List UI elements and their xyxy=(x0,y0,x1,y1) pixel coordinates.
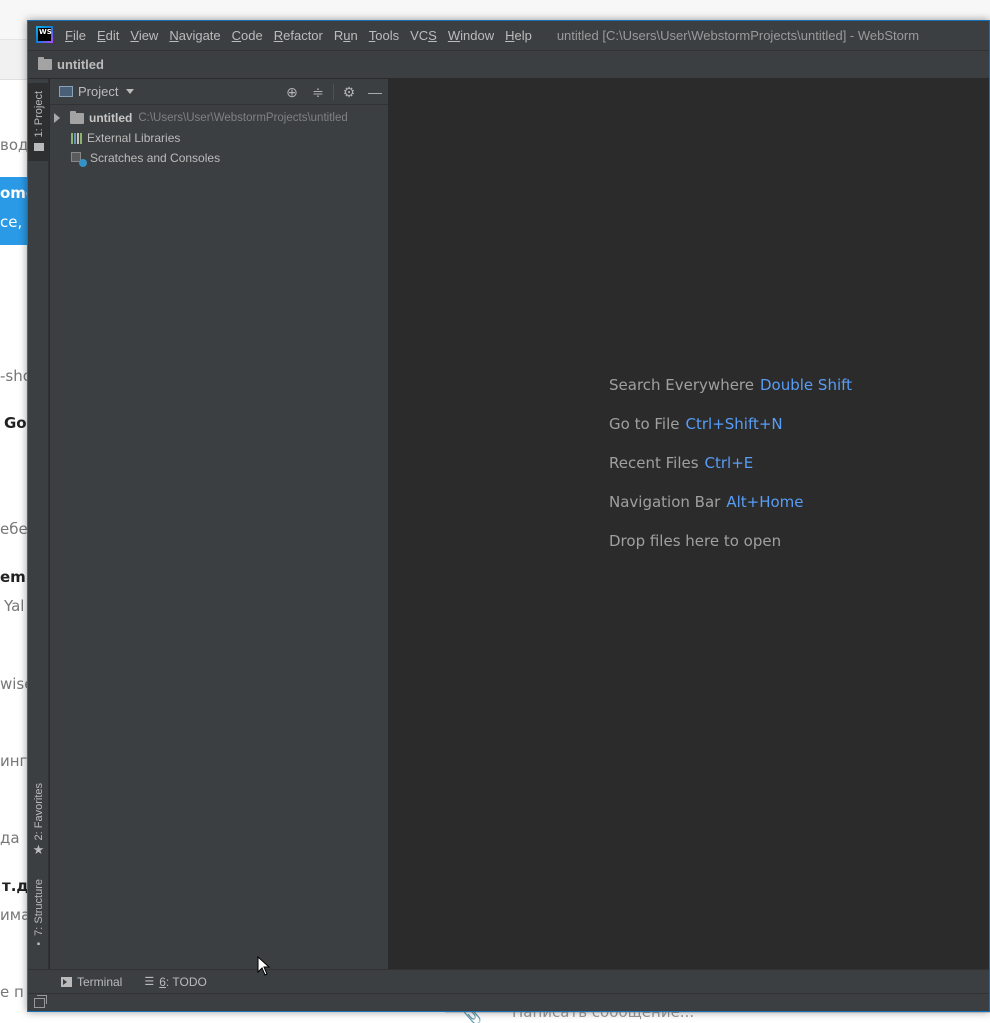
window-title: untitled [C:\Users\User\WebstormProjects… xyxy=(556,28,920,43)
tree-root-path: C:\Users\User\WebstormProjects\untitled xyxy=(138,112,348,124)
tab-favorites-label: 2: Favorites xyxy=(32,783,45,841)
project-tool-window: Project ⊕ ≑ ⚙ — untitled C:\Users\User\W… xyxy=(50,79,389,969)
menu-navigate[interactable]: Navigate xyxy=(169,28,220,43)
project-tree: untitled C:\Users\User\WebstormProjects\… xyxy=(50,105,388,168)
project-panel-header: Project ⊕ ≑ ⚙ — xyxy=(50,79,388,105)
structure-icon: ▪ xyxy=(36,938,41,950)
background-highlight: ome се, я xyxy=(0,177,36,245)
background-text: ебе xyxy=(0,520,28,538)
menu-help[interactable]: Help xyxy=(505,28,532,43)
hint-label: Go to File xyxy=(609,415,680,433)
tab-terminal-label: Terminal xyxy=(77,974,123,989)
status-bar xyxy=(28,993,989,1011)
locate-target-icon[interactable]: ⊕ xyxy=(279,79,305,105)
webstorm-logo-icon[interactable]: WS xyxy=(36,26,53,43)
menu-edit[interactable]: Edit xyxy=(97,28,119,43)
tree-item-external-libraries[interactable]: External Libraries xyxy=(50,128,388,148)
divider xyxy=(333,84,334,100)
hint-recent-files: Recent Files Ctrl+E xyxy=(609,454,852,493)
background-text: Go xyxy=(4,414,27,432)
title-bar: WS File Edit View Navigate Code Refactor Run To… xyxy=(28,21,989,51)
hint-drop-files: Drop files here to open xyxy=(609,532,852,571)
logo-text: WS xyxy=(38,28,52,41)
hint-label: Navigation Bar xyxy=(609,493,721,511)
breadcrumb-project[interactable]: untitled xyxy=(57,57,104,72)
folder-icon xyxy=(70,110,84,124)
hint-label: Search Everywhere xyxy=(609,376,754,394)
gear-icon[interactable]: ⚙ xyxy=(336,79,362,105)
tree-item-scratches[interactable]: Scratches and Consoles xyxy=(50,148,388,168)
background-text: е п xyxy=(0,983,24,1001)
hint-label: Drop files here to open xyxy=(609,532,782,550)
menu-view[interactable]: View xyxy=(130,28,158,43)
star-icon: ★ xyxy=(32,842,45,858)
chevron-down-icon[interactable] xyxy=(126,89,135,94)
expand-arrow-icon[interactable] xyxy=(54,113,60,123)
hint-navigation-bar: Navigation Bar Alt+Home xyxy=(609,493,852,532)
tab-todo-mnemonic: 6 xyxy=(159,974,166,989)
library-icon xyxy=(71,132,82,144)
hint-label: Recent Files xyxy=(609,454,699,472)
background-text: инг xyxy=(0,752,28,770)
collapse-all-icon[interactable]: ≑ xyxy=(305,79,331,105)
hint-shortcut: Ctrl+Shift+N xyxy=(685,415,783,433)
background-text: em xyxy=(0,568,26,586)
background-text: има xyxy=(0,906,31,924)
menu-tools[interactable]: Tools xyxy=(369,28,399,43)
left-tool-stripe: 1: Project 2: Favorites ★ 7: Structure ▪ xyxy=(28,79,49,969)
tab-terminal[interactable]: Terminal xyxy=(61,975,122,989)
hint-search-everywhere: Search Everywhere Double Shift xyxy=(609,376,852,415)
bottom-tool-stripe: Terminal ☰ 6: TODO xyxy=(28,969,989,993)
empty-editor-hints: Search Everywhere Double Shift Go to File… xyxy=(609,376,852,571)
terminal-icon xyxy=(61,976,72,987)
scratches-icon xyxy=(71,151,87,167)
ide-window: WS File Edit View Navigate Code Refactor Run To… xyxy=(27,20,990,1012)
tab-favorites[interactable]: 2: Favorites ★ xyxy=(28,783,49,863)
menu-run[interactable]: Run xyxy=(334,28,358,43)
hint-go-to-file: Go to File Ctrl+Shift+N xyxy=(609,415,852,454)
menu-window[interactable]: Window xyxy=(448,28,494,43)
background-text: Yal xyxy=(4,597,25,615)
menu-vcs[interactable]: VCS xyxy=(410,28,437,43)
tree-item-label: External Libraries xyxy=(87,131,181,145)
tab-todo[interactable]: ☰ 6: TODO xyxy=(144,975,206,989)
hide-minimize-icon[interactable]: — xyxy=(362,79,388,105)
menu-code[interactable]: Code xyxy=(232,28,263,43)
menu-file[interactable]: File xyxy=(65,28,86,43)
background-text: да xyxy=(0,829,20,847)
tree-item-root[interactable]: untitled C:\Users\User\WebstormProjects\… xyxy=(50,108,388,128)
tab-todo-label: : TODO xyxy=(165,974,207,989)
tab-project[interactable]: 1: Project xyxy=(28,83,49,161)
todo-list-icon: ☰ xyxy=(144,976,155,988)
tree-root-name: untitled xyxy=(89,111,133,125)
main-menu: File Edit View Navigate Code Refactor Run Tools… xyxy=(65,28,543,43)
background-text: вод xyxy=(0,136,29,154)
project-view-icon xyxy=(59,86,73,97)
navigation-bar: untitled xyxy=(28,51,989,79)
panel-header-actions: ⊕ ≑ ⚙ — xyxy=(279,79,388,105)
hint-shortcut: Double Shift xyxy=(760,376,853,394)
tab-project-label: 1: Project xyxy=(32,91,45,138)
tool-windows-toggle-icon[interactable] xyxy=(34,995,47,1008)
folder-icon xyxy=(33,143,44,152)
tree-item-label: Scratches and Consoles xyxy=(90,151,221,165)
menu-refactor[interactable]: Refactor xyxy=(274,28,323,43)
project-view-selector[interactable]: Project xyxy=(78,84,118,99)
hint-shortcut: Ctrl+E xyxy=(704,454,754,472)
hint-shortcut: Alt+Home xyxy=(726,493,804,511)
mouse-cursor-icon xyxy=(257,956,271,976)
tab-structure[interactable]: 7: Structure ▪ xyxy=(28,879,49,959)
editor-area[interactable]: Search Everywhere Double Shift Go to File… xyxy=(390,79,989,969)
tab-structure-label: 7: Structure xyxy=(32,879,45,936)
folder-icon xyxy=(38,57,52,70)
